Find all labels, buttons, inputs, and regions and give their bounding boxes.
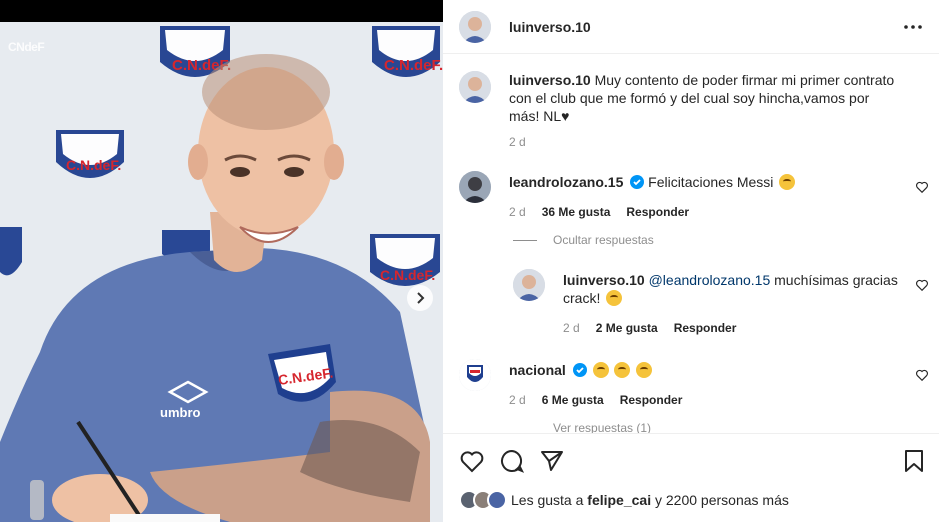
next-photo-button[interactable] [407,285,433,311]
shirt-brand-text: umbro [160,405,201,420]
author-avatar[interactable] [459,10,491,43]
reply-reply-button[interactable]: Responder [674,319,737,337]
divider-line [513,239,537,241]
heart-icon[interactable] [459,448,485,474]
svg-text:C.N.deF.: C.N.deF. [380,267,435,283]
verified-icon [572,363,587,377]
view-replies-button[interactable]: Ver respuestas (1) [553,421,651,433]
photo-watermark: CNdeF [8,40,45,54]
comment-text: Felicitaciones Messi [648,174,774,190]
svg-text:C.N.deF.: C.N.deF. [66,157,121,173]
hide-replies-button[interactable]: Ocultar respuestas [513,233,654,247]
flexed-arm-emoji-icon [614,362,631,378]
comment-likes[interactable]: 6 Me gusta [542,391,604,409]
reply-time[interactable]: 2 d [563,319,580,337]
caption-username[interactable]: luinverso.10 [509,72,591,88]
comment-time[interactable]: 2 d [509,203,526,221]
chevron-right-icon [417,292,425,304]
reply-avatar[interactable] [513,269,545,301]
commenter-avatar[interactable] [459,359,491,391]
heart-eyes-emoji-icon [636,362,653,378]
emoji-icon [592,362,609,378]
comment-icon[interactable] [499,448,525,474]
svg-text:C.N.deF.: C.N.deF. [384,57,443,74]
liker-avatar [487,490,507,510]
comment-username[interactable]: leandrolozano.15 [509,174,623,190]
author-username[interactable]: luinverso.10 [509,19,591,35]
post-panel: luinverso.10 luinverso.10 Muy contento d… [443,0,939,522]
comment-likes[interactable]: 36 Me gusta [542,203,611,221]
photo-illustration: C.N.deF. C.N.deF. C.N.deF. C.N.deF. C.N.… [0,22,443,522]
reply-like-heart-icon[interactable] [915,278,929,292]
liker-avatars [459,490,507,510]
reply-button[interactable]: Responder [620,391,683,409]
comment-username[interactable]: nacional [509,362,566,378]
post-photo[interactable]: C.N.deF. C.N.deF. C.N.deF. C.N.deF. C.N.… [0,22,443,522]
likes-suffix[interactable]: y 2200 personas más [655,492,789,508]
reply-mention[interactable]: @leandrolozano.15 [649,272,771,288]
emoji-icon [779,174,796,190]
action-bar: Les gusta a felipe_cai y 2200 personas m… [443,433,939,522]
comment-time[interactable]: 2 d [509,391,526,409]
post-header: luinverso.10 [443,0,939,54]
reply-button[interactable]: Responder [626,203,689,221]
comment-like-heart-icon[interactable] [915,180,929,194]
hide-replies-label: Ocultar respuestas [553,233,654,247]
top-black-bar [0,0,443,22]
verified-icon [630,175,645,189]
likes-prefix: Les gusta a [511,492,584,508]
more-options-button[interactable] [903,17,923,37]
reply-likes[interactable]: 2 Me gusta [596,319,658,337]
reply-username[interactable]: luinverso.10 [563,272,645,288]
emoji-icon [606,290,623,306]
bookmark-icon[interactable] [901,448,927,474]
commenter-avatar[interactable] [459,171,491,203]
send-icon[interactable] [539,448,565,474]
likes-user[interactable]: felipe_cai [587,492,651,508]
comments-list[interactable]: luinverso.10 Muy contento de poder firma… [443,55,939,433]
caption-avatar[interactable] [459,71,491,103]
caption-time[interactable]: 2 d [509,133,526,151]
likes-summary[interactable]: Les gusta a felipe_cai y 2200 personas m… [459,490,789,510]
comment-like-heart-icon[interactable] [915,368,929,382]
more-options-icon [904,25,922,29]
